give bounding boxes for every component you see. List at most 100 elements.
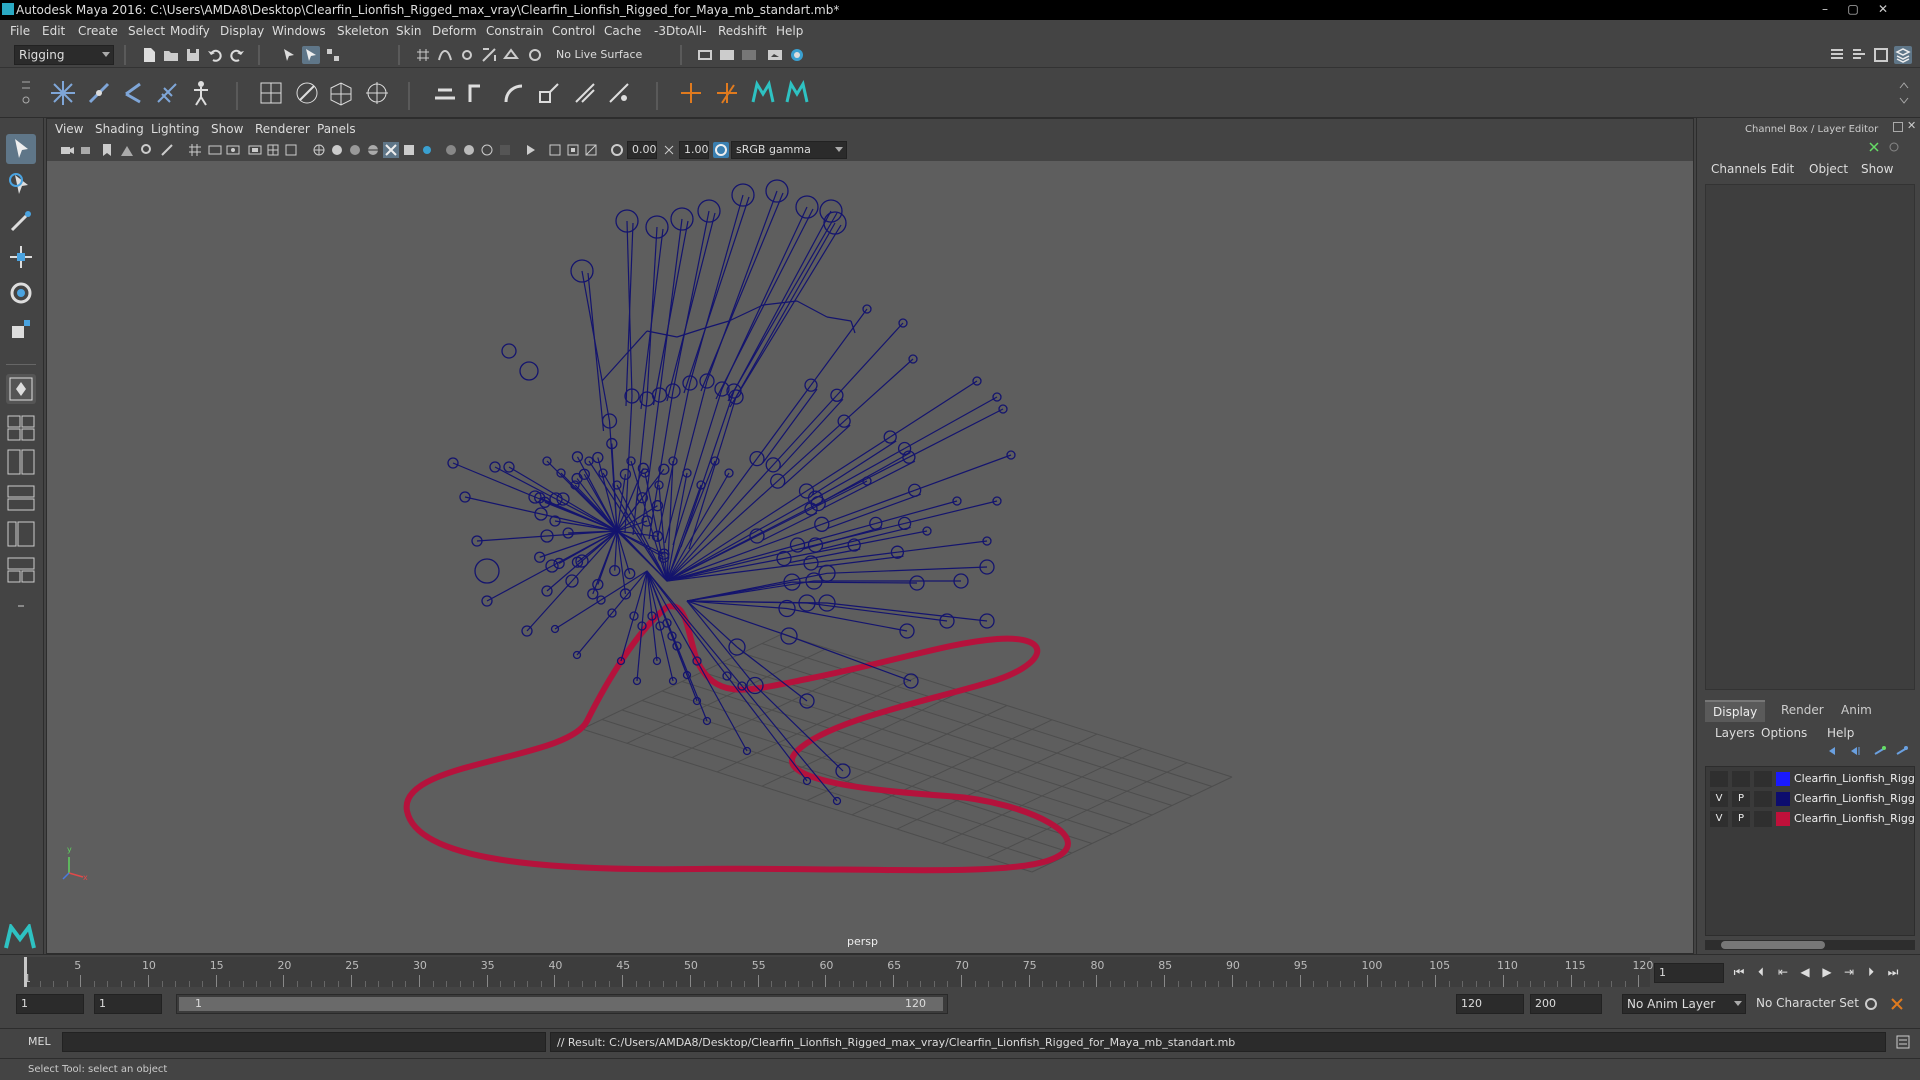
layer-row[interactable]: V P Clearfin_Lionfish_Rigg: [1706, 789, 1914, 809]
command-input[interactable]: [62, 1032, 546, 1052]
new-layer-icon[interactable]: [1873, 744, 1887, 758]
layer-type-toggle[interactable]: [1754, 811, 1772, 827]
go-to-end-icon[interactable]: ⏭: [1884, 963, 1902, 981]
maya-tool-b-icon[interactable]: [782, 78, 812, 108]
textured-icon[interactable]: [401, 142, 417, 158]
layer-color-swatch[interactable]: [1776, 772, 1790, 786]
menu-cache[interactable]: Cache: [604, 24, 641, 38]
range-bar[interactable]: 1 120: [176, 994, 948, 1014]
current-time-marker[interactable]: [24, 957, 27, 987]
close-panel-icon[interactable]: ✕: [1907, 119, 1916, 132]
exposure-icon[interactable]: [609, 142, 625, 158]
select-component-icon[interactable]: [324, 46, 342, 64]
scrollbar-thumb[interactable]: [1721, 941, 1825, 949]
menu-display[interactable]: Display: [220, 24, 264, 38]
layer-list-scrollbar[interactable]: [1705, 940, 1915, 950]
menuset-dropdown[interactable]: Rigging: [14, 45, 114, 65]
maximize-button[interactable]: ▢: [1842, 1, 1864, 17]
camera-select-icon[interactable]: [59, 142, 75, 158]
exposure-field[interactable]: 0.00: [627, 141, 657, 159]
four-view-layout-icon[interactable]: [6, 414, 36, 442]
channel-box-pin-icon[interactable]: [1867, 140, 1881, 154]
gamma-field[interactable]: 1.00: [679, 141, 709, 159]
grease-pencil-icon[interactable]: [159, 142, 175, 158]
minimize-button[interactable]: –: [1814, 1, 1836, 17]
menu-constrain[interactable]: Constrain: [486, 24, 544, 38]
play-forwards-icon[interactable]: ▶: [1818, 963, 1836, 981]
lionfish-skeleton[interactable]: [447, 179, 1016, 806]
scene-canvas[interactable]: [47, 161, 1693, 953]
ik-handle-icon[interactable]: [712, 78, 742, 108]
move-layer-down-icon[interactable]: [1849, 744, 1863, 758]
orient-joint-icon[interactable]: [152, 78, 182, 108]
close-button[interactable]: ✕: [1872, 1, 1894, 17]
layer-playback-toggle[interactable]: P: [1732, 811, 1750, 827]
toggle-channel-box-icon[interactable]: [1872, 46, 1890, 64]
image-plane-icon[interactable]: [119, 142, 135, 158]
parent-constraint-icon[interactable]: [430, 78, 460, 108]
script-language-toggle[interactable]: MEL: [28, 1035, 51, 1048]
range-bar-fill[interactable]: [179, 997, 943, 1011]
snap-grid-icon[interactable]: [414, 46, 432, 64]
float-panel-icon[interactable]: [1893, 122, 1903, 132]
rotate-tool-icon[interactable]: [6, 278, 36, 308]
play-backwards-icon[interactable]: ◀: [1796, 963, 1814, 981]
tab-render[interactable]: Render: [1773, 700, 1832, 722]
wireframe-on-shaded-icon[interactable]: [365, 142, 381, 158]
panel-menu-show[interactable]: Show: [211, 122, 243, 136]
current-frame-field[interactable]: 1: [1654, 963, 1724, 983]
panel-menu-panels[interactable]: Panels: [317, 122, 356, 136]
panel-menu-view[interactable]: View: [55, 122, 83, 136]
layer-color-swatch[interactable]: [1776, 812, 1790, 826]
xray-icon[interactable]: [547, 142, 563, 158]
le-menu-options[interactable]: Options: [1761, 726, 1807, 740]
layer-visibility-toggle[interactable]: V: [1710, 791, 1728, 807]
le-menu-help[interactable]: Help: [1827, 726, 1854, 740]
step-forward-frame-icon[interactable]: ⏵: [1862, 963, 1880, 981]
open-scene-icon[interactable]: [162, 46, 180, 64]
maya-tool-a-icon[interactable]: [748, 78, 778, 108]
save-scene-icon[interactable]: [184, 46, 202, 64]
character-set-dropdown[interactable]: No Character Set: [1752, 994, 1862, 1014]
animation-preferences-icon[interactable]: [1888, 995, 1906, 1013]
bookmark-icon[interactable]: [99, 142, 115, 158]
mirror-joint-icon[interactable]: [118, 78, 148, 108]
paint-skin-weights-icon[interactable]: [292, 78, 322, 108]
shelf-scroll-icon[interactable]: [1898, 78, 1910, 108]
layer-visibility-toggle[interactable]: V: [1710, 811, 1728, 827]
perspective-viewport[interactable]: y x persp: [47, 161, 1693, 953]
toolbox-more-icon[interactable]: [6, 592, 36, 620]
redo-icon[interactable]: [228, 46, 246, 64]
point-constraint-icon[interactable]: [464, 78, 494, 108]
menu-windows[interactable]: Windows: [272, 24, 326, 38]
new-scene-icon[interactable]: [140, 46, 158, 64]
toggle-tool-settings-icon[interactable]: [1850, 46, 1868, 64]
menu-redshift[interactable]: Redshift: [718, 24, 767, 38]
persp-graph-layout-icon[interactable]: [6, 484, 36, 512]
layer-row[interactable]: Clearfin_Lionfish_Rigg: [1706, 769, 1914, 789]
layer-visibility-toggle[interactable]: [1710, 771, 1728, 787]
select-hierarchy-icon[interactable]: [280, 46, 298, 64]
le-menu-layers[interactable]: Layers: [1715, 726, 1755, 740]
channel-box-area[interactable]: [1705, 184, 1915, 690]
persp-outliner-layout-icon[interactable]: [6, 448, 36, 476]
move-tool-icon[interactable]: [6, 242, 36, 272]
snap-surface-icon[interactable]: [502, 46, 520, 64]
insert-joint-icon[interactable]: [84, 78, 114, 108]
xray-active-icon[interactable]: [565, 142, 581, 158]
grid-toggle-icon[interactable]: [187, 142, 203, 158]
color-space-dropdown[interactable]: sRGB gamma: [731, 141, 847, 159]
auto-key-icon[interactable]: [1862, 995, 1880, 1013]
orient-constraint-icon[interactable]: [498, 78, 528, 108]
snap-point-icon[interactable]: [458, 46, 476, 64]
new-layer-selected-icon[interactable]: [1895, 744, 1909, 758]
layer-color-swatch[interactable]: [1776, 792, 1790, 806]
panel-menu-renderer[interactable]: Renderer: [255, 122, 310, 136]
move-layer-up-icon[interactable]: [1827, 744, 1841, 758]
cb-menu-show[interactable]: Show: [1861, 162, 1893, 176]
motion-blur-icon[interactable]: [479, 142, 495, 158]
end-time-field[interactable]: 200: [1530, 994, 1602, 1014]
layer-row[interactable]: V P Clearfin_Lionfish_Rigg: [1706, 809, 1914, 829]
layer-playback-toggle[interactable]: P: [1732, 791, 1750, 807]
layer-playback-toggle[interactable]: [1732, 771, 1750, 787]
